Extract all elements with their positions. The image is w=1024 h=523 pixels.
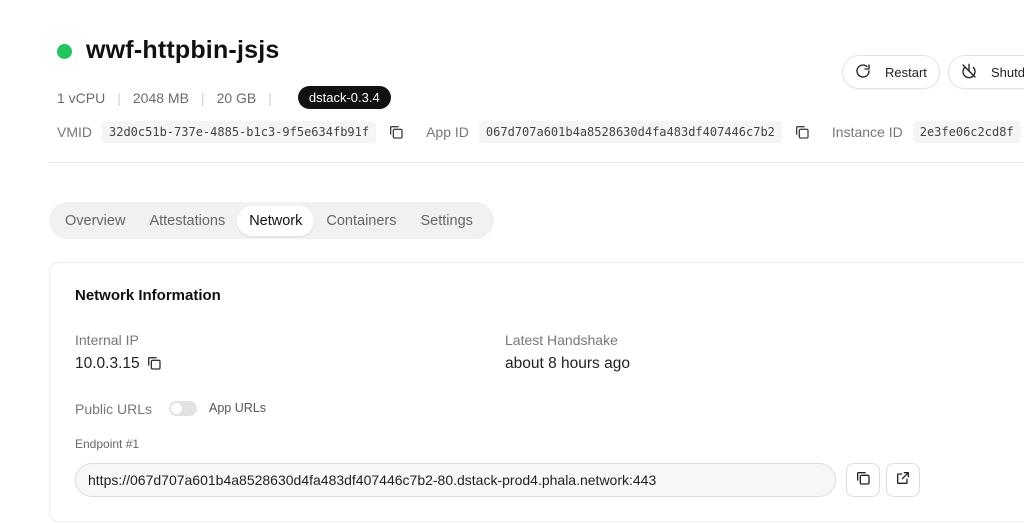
copy-icon: [855, 470, 871, 491]
power-icon: [961, 63, 977, 82]
network-info-card: Network Information Internal IP 10.0.3.1…: [49, 262, 1024, 522]
restart-icon: [855, 63, 871, 82]
tab-settings[interactable]: Settings: [409, 206, 485, 236]
app-urls-toggle[interactable]: [169, 401, 197, 416]
identifier-row: VMID 32d0c51b-737e-4885-b1c3-9f5e634fb91…: [57, 121, 1021, 143]
app-urls-toggle-label: App URLs: [209, 401, 266, 415]
tab-overview[interactable]: Overview: [53, 206, 137, 236]
endpoint-url-text: https://067d707a601b4a8528630d4fa483df40…: [88, 472, 657, 488]
status-indicator: [57, 44, 72, 59]
disk-spec: 20 GB: [216, 89, 257, 106]
copy-url-button[interactable]: [846, 463, 880, 497]
vmid-label: VMID: [57, 124, 92, 140]
shutdown-button-label: Shutd: [991, 64, 1024, 80]
handshake-value: about 8 hours ago: [505, 355, 630, 372]
spec-divider: |: [200, 89, 205, 106]
app-id-value: 067d707a601b4a8528630d4fa483df407446c7b2: [478, 121, 782, 143]
vm-specs: 1 vCPU | 2048 MB | 20 GB | dstack-0.3.4: [57, 86, 391, 109]
internal-ip-label: Internal IP: [75, 332, 139, 348]
external-link-icon: [895, 470, 911, 491]
shutdown-button[interactable]: Shutd: [948, 55, 1024, 89]
instance-id-value: 2e3fe06c2cd8f: [912, 121, 1021, 143]
tab-containers[interactable]: Containers: [314, 206, 408, 236]
restart-button-label: Restart: [885, 64, 927, 80]
instance-id-label: Instance ID: [831, 124, 903, 140]
internal-ip-value: 10.0.3.15: [75, 355, 140, 372]
copy-icon[interactable]: [794, 124, 810, 140]
tab-attestations[interactable]: Attestations: [137, 206, 237, 236]
spec-divider: |: [117, 89, 121, 106]
header-divider: [48, 162, 1024, 163]
endpoint-url-field[interactable]: https://067d707a601b4a8528630d4fa483df40…: [75, 463, 836, 497]
card-title: Network Information: [75, 287, 221, 304]
tab-network[interactable]: Network: [237, 205, 315, 236]
app-id-label: App ID: [426, 124, 469, 140]
public-urls-label: Public URLs: [75, 401, 153, 417]
spec-divider: |: [268, 89, 272, 106]
page-title: wwf-httpbin-jsjs: [86, 36, 280, 64]
header-actions: Restart Shutd: [842, 55, 1024, 89]
vcpu-spec: 1 vCPU: [57, 89, 106, 106]
version-badge: dstack-0.3.4: [297, 86, 391, 109]
restart-button[interactable]: Restart: [842, 55, 940, 89]
tab-bar: Overview Attestations Network Containers…: [49, 202, 494, 239]
endpoint-label: Endpoint #1: [75, 437, 140, 451]
memory-spec: 2048 MB: [132, 89, 189, 106]
open-url-button[interactable]: [886, 463, 920, 497]
vmid-value: 32d0c51b-737e-4885-b1c3-9f5e634fb91f: [102, 121, 377, 143]
handshake-label: Latest Handshake: [505, 332, 618, 348]
copy-icon[interactable]: [388, 124, 404, 140]
copy-icon[interactable]: [146, 355, 162, 371]
